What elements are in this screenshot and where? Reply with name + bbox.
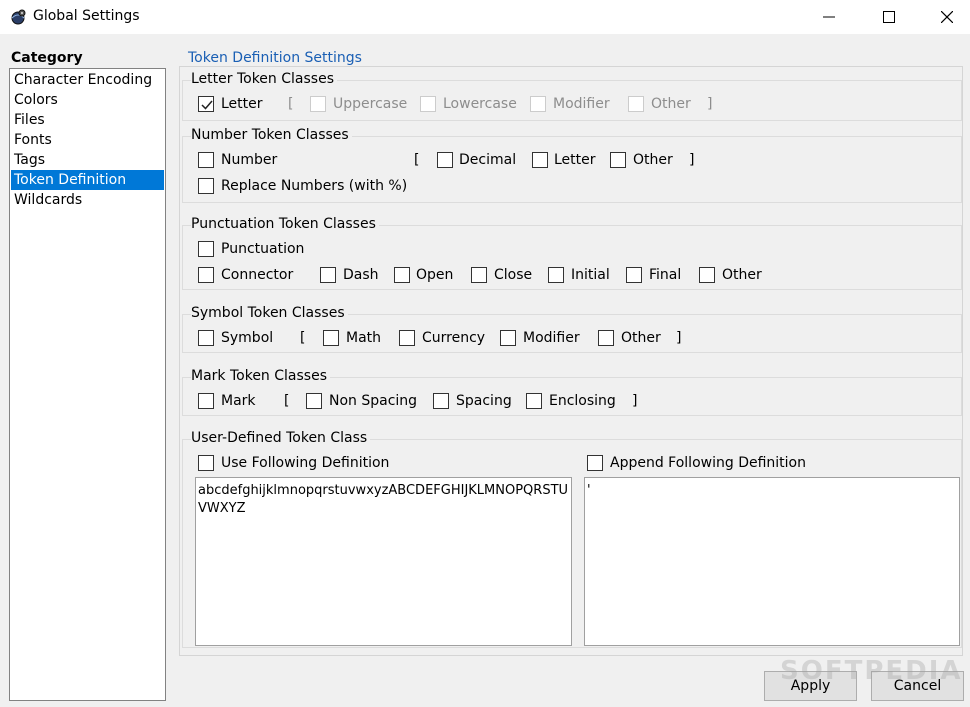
final-checkbox[interactable] <box>626 267 642 283</box>
category-list[interactable]: Character Encoding Colors Files Fonts Ta… <box>9 68 166 701</box>
close-checkbox[interactable] <box>471 267 487 283</box>
currency-label: Currency <box>422 330 486 346</box>
punctuation-label: Punctuation <box>221 241 305 257</box>
math-checkbox[interactable] <box>323 330 339 346</box>
letter-close-bracket: ] <box>707 96 713 112</box>
maximize-button[interactable] <box>866 0 912 34</box>
append-following-checkbox[interactable] <box>587 455 603 471</box>
close-label: Close <box>494 267 533 283</box>
category-heading: Category <box>11 50 83 66</box>
close-button[interactable] <box>924 0 970 34</box>
mark-checkbox[interactable] <box>198 393 214 409</box>
punctuation-other-checkbox[interactable] <box>699 267 715 283</box>
use-following-checkbox[interactable] <box>198 455 214 471</box>
mark-close-bracket: ] <box>632 393 638 409</box>
math-label: Math <box>346 330 382 346</box>
open-label: Open <box>416 267 454 283</box>
connector-label: Connector <box>221 267 294 283</box>
minimize-icon <box>823 16 835 18</box>
punctuation-other-label: Other <box>722 267 762 283</box>
letter-other-checkbox[interactable] <box>628 96 644 112</box>
category-item-character-encoding[interactable]: Character Encoding <box>11 70 164 90</box>
symbol-label: Symbol <box>221 330 274 346</box>
category-item-token-definition[interactable]: Token Definition <box>11 170 164 190</box>
mark-label: Mark <box>221 393 256 409</box>
dash-label: Dash <box>343 267 379 283</box>
title-bar: Global Settings <box>0 0 970 34</box>
maximize-icon <box>883 11 895 23</box>
letter-group-title: Letter Token Classes <box>191 71 337 87</box>
symbol-open-bracket: [ <box>300 330 306 346</box>
decimal-checkbox[interactable] <box>437 152 453 168</box>
append-following-label: Append Following Definition <box>610 455 806 471</box>
window-title: Global Settings <box>33 8 140 24</box>
checkmark-icon <box>201 100 213 110</box>
panel-title: Token Definition Settings <box>188 50 362 66</box>
lowercase-checkbox[interactable] <box>420 96 436 112</box>
letter-modifier-checkbox[interactable] <box>530 96 546 112</box>
category-item-wildcards[interactable]: Wildcards <box>11 190 164 210</box>
minimize-button[interactable] <box>806 0 852 34</box>
symbol-modifier-checkbox[interactable] <box>500 330 516 346</box>
connector-checkbox[interactable] <box>198 267 214 283</box>
letter-other-label: Other <box>651 96 691 112</box>
symbol-group-title: Symbol Token Classes <box>191 305 348 321</box>
number-group-title: Number Token Classes <box>191 127 352 143</box>
mark-open-bracket: [ <box>284 393 290 409</box>
punctuation-checkbox[interactable] <box>198 241 214 257</box>
letter-modifier-label: Modifier <box>553 96 610 112</box>
category-item-fonts[interactable]: Fonts <box>11 130 164 150</box>
spacing-checkbox[interactable] <box>433 393 449 409</box>
number-label: Number <box>221 152 278 168</box>
decimal-label: Decimal <box>459 152 517 168</box>
category-item-tags[interactable]: Tags <box>11 150 164 170</box>
number-other-checkbox[interactable] <box>610 152 626 168</box>
letter-label: Letter <box>221 96 263 112</box>
symbol-checkbox[interactable] <box>198 330 214 346</box>
number-close-bracket: ] <box>689 152 695 168</box>
dash-checkbox[interactable] <box>320 267 336 283</box>
symbol-modifier-label: Modifier <box>523 330 580 346</box>
symbol-other-label: Other <box>621 330 661 346</box>
uppercase-label: Uppercase <box>333 96 408 112</box>
mark-group-title: Mark Token Classes <box>191 368 330 384</box>
number-checkbox[interactable] <box>198 152 214 168</box>
enclosing-label: Enclosing <box>549 393 616 409</box>
symbol-close-bracket: ] <box>676 330 682 346</box>
number-letter-checkbox[interactable] <box>532 152 548 168</box>
symbol-other-checkbox[interactable] <box>598 330 614 346</box>
number-letter-label: Letter <box>554 152 596 168</box>
use-definition-textarea[interactable]: abcdefghijklmnopqrstuvwxyzABCDEFGHIJKLMN… <box>195 477 572 646</box>
lowercase-label: Lowercase <box>443 96 517 112</box>
user-defined-group-title: User-Defined Token Class <box>191 430 371 446</box>
number-open-bracket: [ <box>414 152 420 168</box>
final-label: Final <box>649 267 682 283</box>
replace-numbers-label: Replace Numbers (with %) <box>221 178 408 194</box>
letter-checkbox[interactable] <box>198 96 214 112</box>
number-other-label: Other <box>633 152 673 168</box>
enclosing-checkbox[interactable] <box>526 393 542 409</box>
softpedia-watermark: SOFTPEDIA <box>780 656 963 686</box>
non-spacing-label: Non Spacing <box>329 393 418 409</box>
replace-numbers-checkbox[interactable] <box>198 178 214 194</box>
initial-checkbox[interactable] <box>548 267 564 283</box>
uppercase-checkbox[interactable] <box>310 96 326 112</box>
close-icon <box>941 11 953 23</box>
category-item-files[interactable]: Files <box>11 110 164 130</box>
letter-open-bracket: [ <box>288 96 294 112</box>
open-checkbox[interactable] <box>394 267 410 283</box>
use-following-label: Use Following Definition <box>221 455 390 471</box>
initial-label: Initial <box>571 267 610 283</box>
punctuation-group-title: Punctuation Token Classes <box>191 216 379 232</box>
spacing-label: Spacing <box>456 393 512 409</box>
category-item-colors[interactable]: Colors <box>11 90 164 110</box>
globe-gear-icon <box>9 8 27 26</box>
non-spacing-checkbox[interactable] <box>306 393 322 409</box>
currency-checkbox[interactable] <box>399 330 415 346</box>
append-definition-textarea[interactable]: ' <box>584 477 960 646</box>
